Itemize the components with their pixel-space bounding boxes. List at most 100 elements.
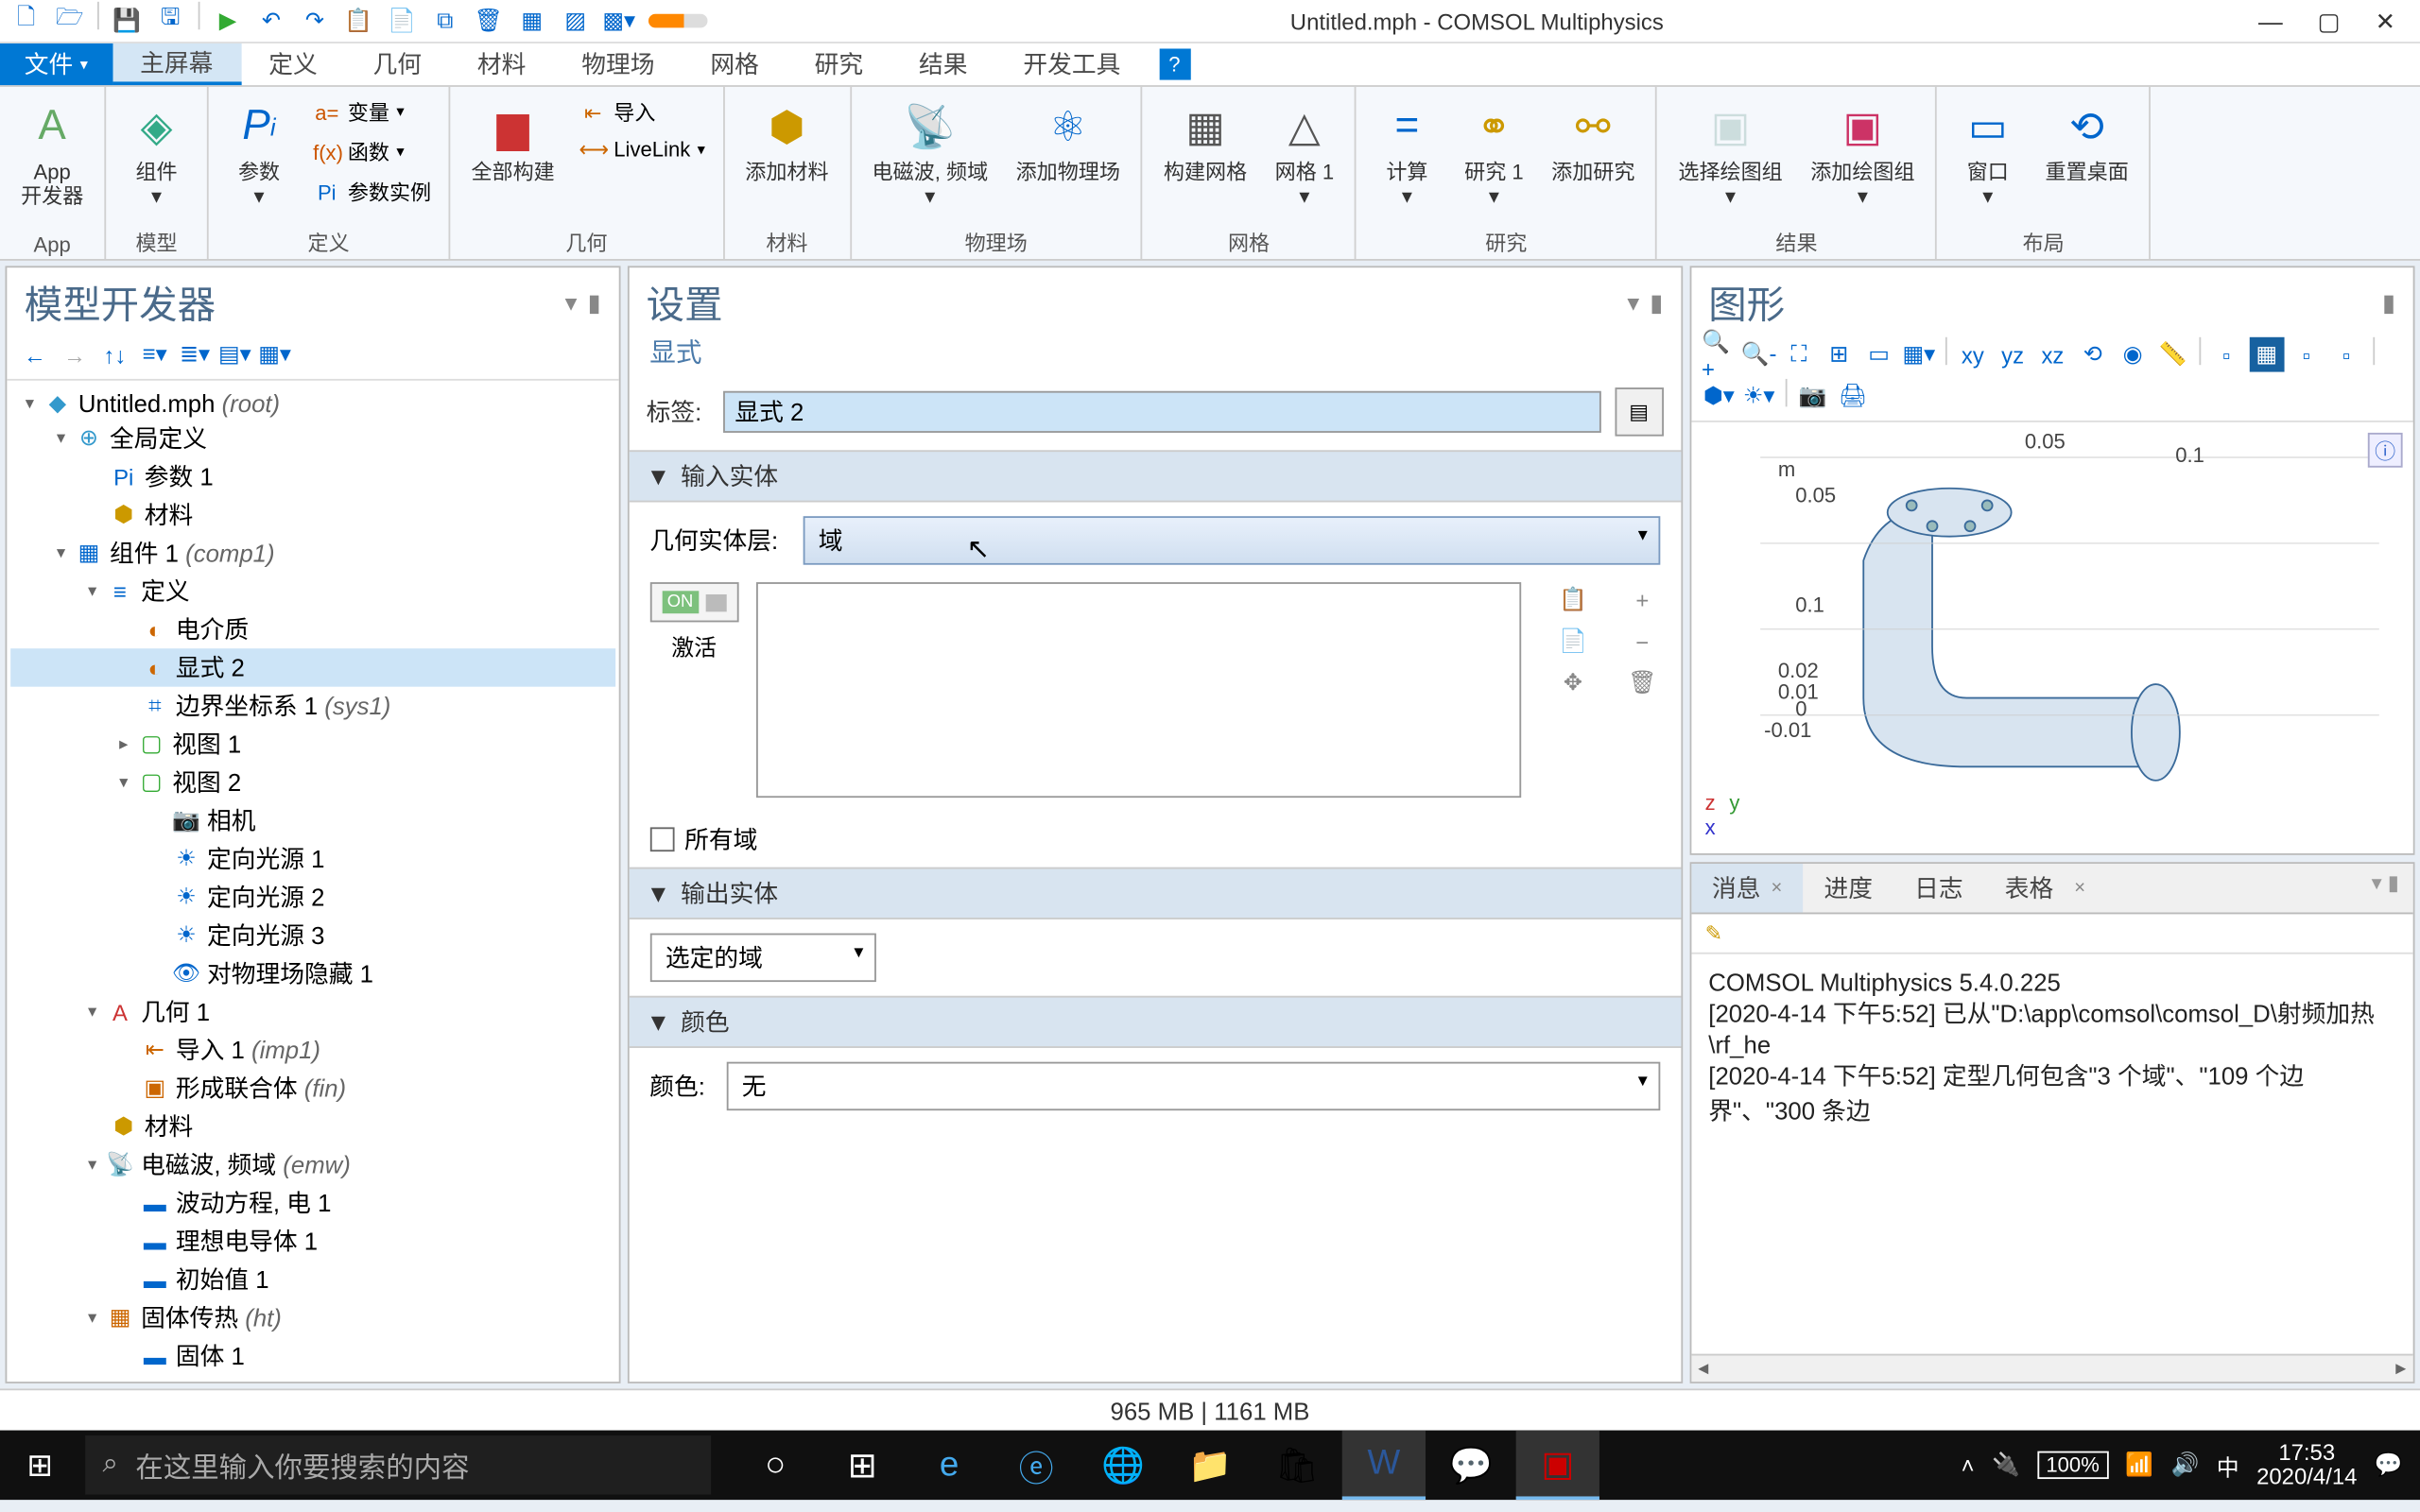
sel-face-icon[interactable]: ▦ xyxy=(2249,337,2284,372)
word-icon[interactable]: W xyxy=(1342,1431,1426,1501)
power-icon[interactable]: 🔌 xyxy=(1992,1452,2020,1479)
open-icon[interactable]: 🗁 xyxy=(50,2,88,40)
paste-icon[interactable]: 📄 xyxy=(383,2,421,40)
zoom-out-icon[interactable]: 🔍- xyxy=(1741,337,1776,372)
save-icon[interactable]: 💾 xyxy=(108,2,146,40)
search-box[interactable]: ⌕在这里输入你要搜索的内容 xyxy=(85,1435,711,1495)
taskview-icon[interactable]: ⊞ xyxy=(821,1431,904,1501)
ie-icon[interactable]: ⓔ xyxy=(994,1431,1078,1501)
add-material-button[interactable]: ⬢添加材料 xyxy=(735,91,838,185)
all-domains-checkbox[interactable]: 所有域 xyxy=(629,812,1681,868)
add-sel-button[interactable]: + xyxy=(1625,582,1660,617)
zoom-box-icon[interactable]: ⛶ xyxy=(1782,337,1817,372)
clock[interactable]: 17:532020/4/14 xyxy=(2256,1440,2357,1490)
zoom-ext-icon[interactable]: ⊞ xyxy=(1822,337,1857,372)
panel-menu-icon[interactable]: ▾ ▮ xyxy=(2358,864,2413,912)
battery-icon[interactable]: 100% xyxy=(2037,1452,2108,1479)
print-icon[interactable]: 🖨 xyxy=(1836,379,1871,414)
redo-icon[interactable]: ↷ xyxy=(296,2,334,40)
pin-icon[interactable]: ▮ xyxy=(2382,287,2395,317)
geo-level-combo[interactable]: 域 xyxy=(803,516,1660,564)
delete-icon[interactable]: 🗑 xyxy=(470,2,508,40)
dup-icon[interactable]: ⧉ xyxy=(426,2,464,40)
output-combo[interactable]: 选定的域 xyxy=(649,934,875,982)
build-all-button[interactable]: ▆全部构建 xyxy=(460,91,564,185)
snapshot-icon[interactable]: 📷 xyxy=(1795,379,1830,414)
wechat-icon[interactable]: 💬 xyxy=(1429,1431,1512,1501)
build-mesh-button[interactable]: ▦构建网格 xyxy=(1153,91,1257,185)
light-icon[interactable]: ☀▾ xyxy=(1741,379,1776,414)
dropdown-icon[interactable]: ▾ xyxy=(565,287,578,317)
graphics-canvas[interactable]: m 0.05 0.1 0.02 0.01 0 -0.01 0.05 0.1 zy… xyxy=(1691,422,2413,853)
fwd-button[interactable]: → xyxy=(58,337,93,372)
model-tree[interactable]: ▾◆Untitled.mph (root) ▾⊕全局定义 Pi参数 1 ⬢材料 … xyxy=(7,381,618,1382)
undo-icon[interactable]: ↶ xyxy=(252,2,290,40)
rotate-icon[interactable]: ⟲ xyxy=(2075,337,2110,372)
maximize-button[interactable]: ▢ xyxy=(2318,6,2341,35)
tab-geometry[interactable]: 几何 xyxy=(345,43,449,85)
param-instance-button[interactable]: Pi参数实例 xyxy=(306,174,439,211)
tab-definitions[interactable]: 定义 xyxy=(241,43,345,85)
sound-icon[interactable]: 🔊 xyxy=(2171,1452,2200,1479)
orbit-icon[interactable]: ◉ xyxy=(2116,337,2151,372)
tab-home[interactable]: 主屏幕 xyxy=(112,43,241,85)
help-button[interactable]: ? xyxy=(1159,48,1190,79)
view-xy-icon[interactable]: ▭ xyxy=(1861,337,1896,372)
move-sel-button[interactable]: ✥ xyxy=(1555,665,1590,700)
tab-mesh[interactable]: 网格 xyxy=(683,43,786,85)
close-button[interactable]: ✕ xyxy=(2376,6,2396,35)
add-plot-button[interactable]: ▣添加绘图组▾ xyxy=(1800,91,1925,210)
compute-button[interactable]: =计算▾ xyxy=(1367,91,1447,210)
tab-devtools[interactable]: 开发工具 xyxy=(995,43,1149,85)
collapse-button[interactable]: ≡▾ xyxy=(137,337,172,372)
variable-button[interactable]: a=变量▾ xyxy=(306,94,439,130)
wifi-icon[interactable]: 📶 xyxy=(2125,1452,2153,1479)
study1-button[interactable]: ⚭研究 1▾ xyxy=(1454,91,1534,210)
tab-study[interactable]: 研究 xyxy=(786,43,890,85)
add-study-button[interactable]: ⚯添加研究 xyxy=(1541,91,1645,185)
selection-list[interactable] xyxy=(755,582,1520,798)
zoom-in-icon[interactable]: 🔍+ xyxy=(1702,337,1737,372)
reset-desktop-button[interactable]: ⟲重置桌面 xyxy=(2034,91,2138,185)
label-input[interactable] xyxy=(723,391,1601,433)
run-icon[interactable]: ▶ xyxy=(209,2,247,40)
new-icon[interactable]: 🗋 xyxy=(7,2,44,40)
tab-log[interactable]: 日志 xyxy=(1893,864,1984,912)
expand-button[interactable]: ≣▾ xyxy=(178,337,213,372)
up-button[interactable]: ↑↓ xyxy=(97,337,132,372)
pin-icon[interactable]: ▮ xyxy=(1650,287,1663,317)
paste-sel-button[interactable]: 📄 xyxy=(1555,624,1590,659)
tab-results[interactable]: 结果 xyxy=(891,43,995,85)
show-button[interactable]: ▤▾ xyxy=(217,337,252,372)
start-button[interactable]: ⊞ xyxy=(0,1431,80,1501)
file-menu[interactable]: 文件▾ xyxy=(0,43,112,85)
sel3-icon[interactable]: ▩▾ xyxy=(599,2,637,40)
mesh1-button[interactable]: △网格 1▾ xyxy=(1265,91,1345,210)
tab-physics[interactable]: 物理场 xyxy=(554,43,683,85)
tab-table[interactable]: 表格× xyxy=(1984,864,2107,912)
color-combo[interactable]: 无 xyxy=(726,1062,1660,1110)
pin-icon[interactable]: ▮ xyxy=(588,287,601,317)
view-vol-icon[interactable]: ▦▾ xyxy=(1901,337,1936,372)
sel-dom-icon[interactable]: ▫ xyxy=(2209,337,2244,372)
explorer-icon[interactable]: 📁 xyxy=(1168,1431,1252,1501)
measure-icon[interactable]: 📏 xyxy=(2155,337,2190,372)
import-button[interactable]: ⇤导入 xyxy=(572,94,712,130)
ime-icon[interactable]: 中 xyxy=(2217,1449,2239,1482)
function-button[interactable]: f(x)函数▾ xyxy=(306,134,439,171)
notifications-icon[interactable]: 💬 xyxy=(2375,1452,2403,1479)
filter-button[interactable]: ▦▾ xyxy=(257,337,292,372)
component-button[interactable]: ◈组件▾ xyxy=(116,91,197,210)
window-button[interactable]: ▭窗口▾ xyxy=(1948,91,2029,210)
render-icon[interactable]: ⬢▾ xyxy=(1702,379,1737,414)
label-edit-button[interactable]: ▤ xyxy=(1615,387,1663,436)
xy-icon[interactable]: xy xyxy=(1955,337,1990,372)
saveas-icon[interactable]: 🖫 xyxy=(151,2,189,40)
chrome-icon[interactable]: 🌐 xyxy=(1081,1431,1165,1501)
xz-icon[interactable]: xz xyxy=(2035,337,2070,372)
clear-sel-button[interactable]: 🗑 xyxy=(1625,665,1660,700)
wand-icon[interactable]: ✎ xyxy=(1705,921,1723,946)
remove-sel-button[interactable]: − xyxy=(1625,624,1660,659)
section-input-entities[interactable]: ▼输入实体 xyxy=(629,450,1681,502)
tray-up-icon[interactable]: ˄ xyxy=(1962,1452,1975,1479)
